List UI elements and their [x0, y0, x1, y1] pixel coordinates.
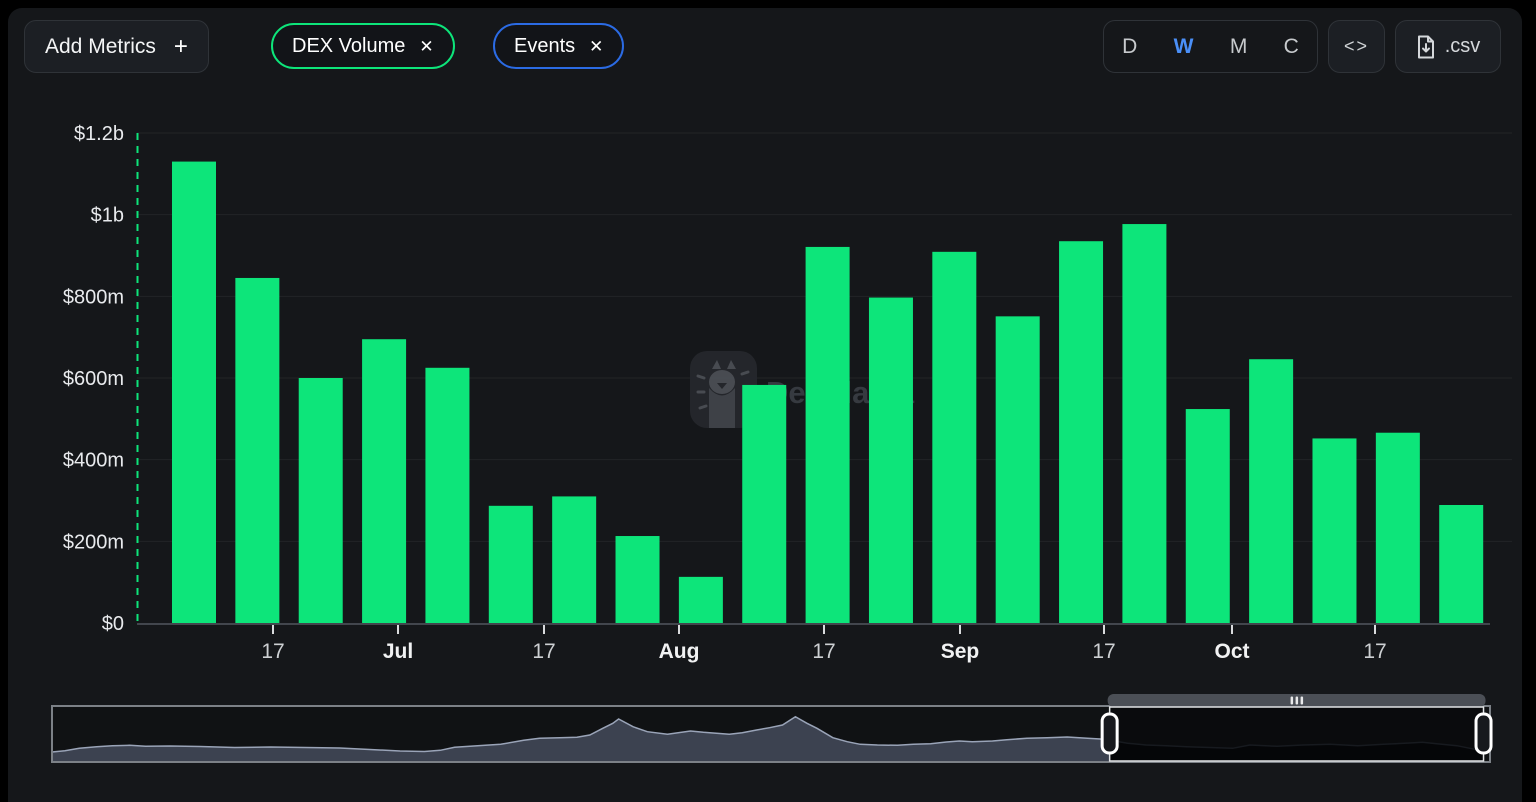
- dex-volume-bar[interactable]: [235, 278, 279, 623]
- metric-pill-events[interactable]: Events ✕: [493, 23, 624, 69]
- x-axis-label: 17: [532, 640, 555, 663]
- x-axis-label: Oct: [1214, 640, 1249, 663]
- dex-volume-bar[interactable]: [299, 378, 343, 623]
- x-axis-label: Aug: [659, 640, 700, 663]
- y-axis-label: $800m: [63, 286, 124, 308]
- main-chart: $1.2b$1b$800m$600m$400m$200m$0DefiLlama1…: [0, 0, 1536, 802]
- download-csv-icon: [1416, 35, 1436, 59]
- add-metrics-button[interactable]: Add Metrics +: [24, 20, 209, 73]
- y-axis-label: $1b: [91, 205, 124, 227]
- metric-pill-label: DEX Volume: [292, 35, 405, 58]
- dex-volume-bar[interactable]: [1186, 409, 1230, 623]
- embed-chart-button[interactable]: <>: [1328, 20, 1385, 73]
- dex-volume-bar[interactable]: [172, 162, 216, 623]
- y-axis-label: $600m: [63, 368, 124, 390]
- page: { "toolbar": { "add_metrics": { "label":…: [0, 0, 1536, 802]
- dex-volume-bar[interactable]: [425, 368, 469, 623]
- dex-volume-bar[interactable]: [806, 247, 850, 623]
- y-axis-label: $0: [102, 613, 124, 635]
- csv-label: .csv: [1445, 35, 1481, 58]
- dex-volume-bar[interactable]: [1376, 433, 1420, 623]
- y-axis-label: $1.2b: [74, 123, 124, 145]
- dex-volume-bar[interactable]: [616, 536, 660, 623]
- brush-handle-right[interactable]: [1476, 714, 1491, 753]
- close-icon[interactable]: ✕: [589, 38, 603, 55]
- metric-pill-dex-volume[interactable]: DEX Volume ✕: [271, 23, 455, 69]
- x-axis-label: 17: [261, 640, 284, 663]
- y-axis-label: $200m: [63, 531, 124, 553]
- x-axis-label: Jul: [383, 640, 413, 663]
- interval-option-cumulative[interactable]: C: [1280, 35, 1303, 59]
- plus-icon: +: [174, 35, 188, 59]
- dex-volume-bar[interactable]: [1122, 224, 1166, 623]
- add-metrics-label: Add Metrics: [45, 35, 156, 59]
- brush-grip-icon[interactable]: [1296, 697, 1299, 705]
- y-axis-label: $400m: [63, 450, 124, 472]
- brush-grip-icon[interactable]: [1301, 697, 1304, 705]
- metric-pill-label: Events: [514, 35, 575, 58]
- dex-volume-bar[interactable]: [362, 339, 406, 623]
- interval-option-monthly[interactable]: M: [1226, 35, 1252, 59]
- dex-volume-bar[interactable]: [869, 298, 913, 623]
- interval-option-weekly[interactable]: W: [1170, 35, 1198, 59]
- dex-volume-bar[interactable]: [1439, 505, 1483, 623]
- dex-volume-bar[interactable]: [679, 577, 723, 623]
- brush-handle-left[interactable]: [1102, 714, 1117, 753]
- x-axis-label: Sep: [941, 640, 980, 663]
- dex-volume-bar[interactable]: [742, 385, 786, 623]
- x-axis-label: 17: [1363, 640, 1386, 663]
- dex-volume-bar[interactable]: [996, 316, 1040, 623]
- dex-volume-bar[interactable]: [489, 506, 533, 623]
- download-csv-button[interactable]: .csv: [1395, 20, 1501, 73]
- dex-volume-bar[interactable]: [932, 252, 976, 623]
- code-brackets-icon: <>: [1344, 36, 1369, 57]
- interval-switcher: D W M C: [1103, 20, 1318, 73]
- close-icon[interactable]: ✕: [419, 38, 433, 55]
- dex-volume-bar[interactable]: [552, 496, 596, 623]
- dex-volume-bar[interactable]: [1059, 241, 1103, 623]
- interval-option-daily[interactable]: D: [1118, 35, 1141, 59]
- dex-volume-bar[interactable]: [1312, 438, 1356, 623]
- x-axis-label: 17: [812, 640, 835, 663]
- navigator: [52, 694, 1491, 762]
- x-axis-label: 17: [1092, 640, 1115, 663]
- dex-volume-bar[interactable]: [1249, 359, 1293, 623]
- brush-grip-icon[interactable]: [1291, 697, 1294, 705]
